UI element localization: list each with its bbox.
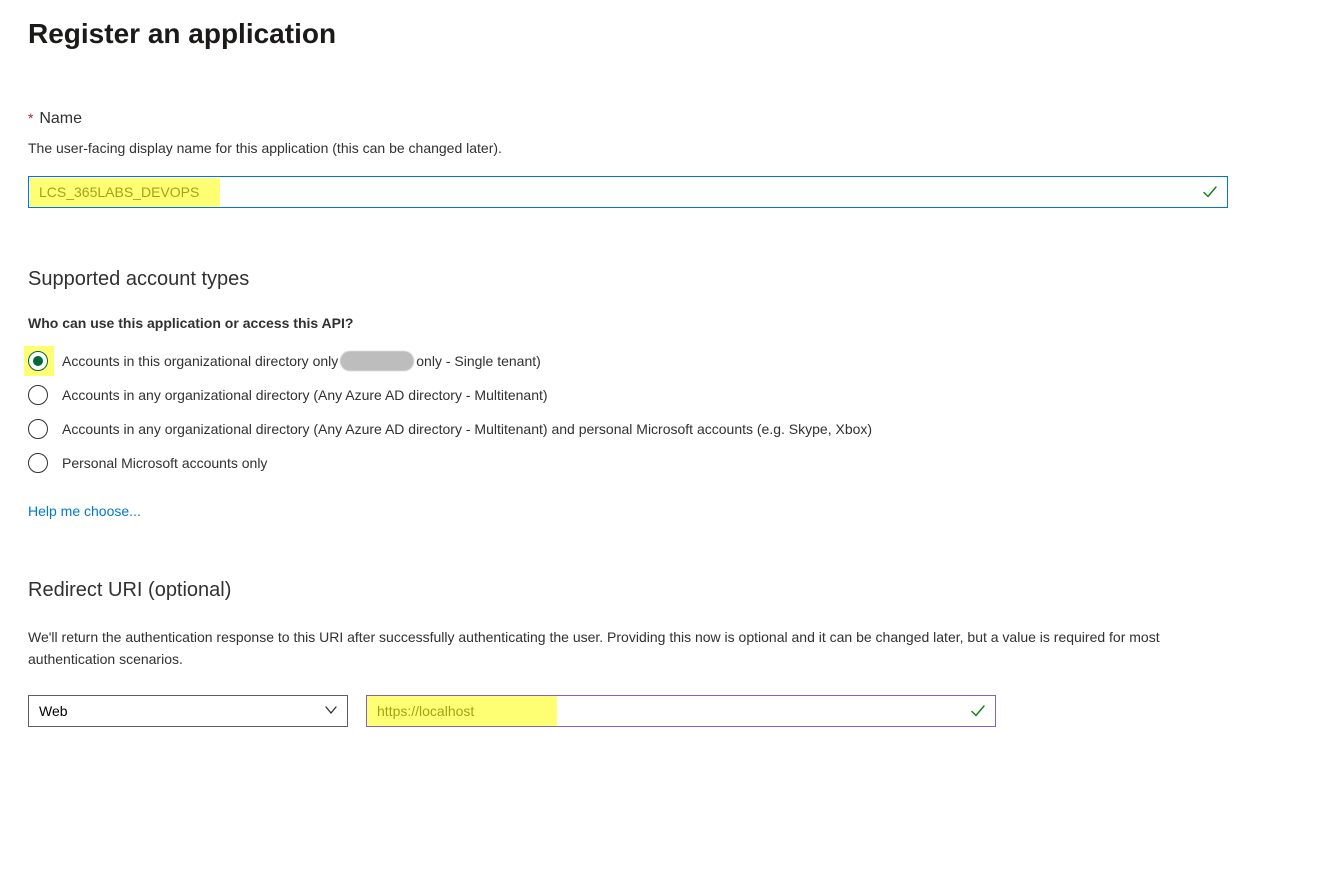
radio-label: Personal Microsoft accounts only bbox=[62, 455, 267, 471]
radio-button-icon bbox=[28, 351, 48, 371]
platform-select[interactable]: Web bbox=[28, 695, 348, 727]
help-me-choose-link[interactable]: Help me choose... bbox=[28, 503, 141, 519]
radio-any-org[interactable]: Accounts in any organizational directory… bbox=[28, 385, 1307, 405]
radio-button-icon bbox=[28, 419, 48, 439]
checkmark-icon bbox=[1202, 184, 1218, 200]
radio-msa-only[interactable]: Personal Microsoft accounts only bbox=[28, 453, 1307, 473]
radio-any-org-msa[interactable]: Accounts in any organizational directory… bbox=[28, 419, 1307, 439]
name-field-description: The user-facing display name for this ap… bbox=[28, 140, 1307, 156]
account-types-radio-group: Accounts in this organizational director… bbox=[28, 351, 1307, 473]
redirect-uri-description: We'll return the authentication response… bbox=[28, 626, 1208, 671]
redacted-text bbox=[340, 351, 414, 371]
name-field-label: * Name bbox=[28, 110, 82, 126]
radio-button-icon bbox=[28, 385, 48, 405]
radio-button-icon bbox=[28, 453, 48, 473]
page-title: Register an application bbox=[28, 18, 1307, 50]
required-asterisk: * bbox=[28, 110, 33, 126]
radio-single-tenant[interactable]: Accounts in this organizational director… bbox=[28, 351, 1307, 371]
radio-label: Accounts in any organizational directory… bbox=[62, 421, 872, 437]
redirect-uri-input[interactable] bbox=[366, 695, 996, 727]
name-input[interactable] bbox=[28, 176, 1228, 208]
checkmark-icon bbox=[970, 703, 986, 719]
redirect-uri-heading: Redirect URI (optional) bbox=[28, 579, 1307, 602]
radio-label: Accounts in any organizational directory… bbox=[62, 387, 548, 403]
account-types-heading: Supported account types bbox=[28, 268, 1307, 291]
account-types-question: Who can use this application or access t… bbox=[28, 315, 1307, 331]
radio-label: Accounts in this organizational director… bbox=[62, 351, 541, 371]
